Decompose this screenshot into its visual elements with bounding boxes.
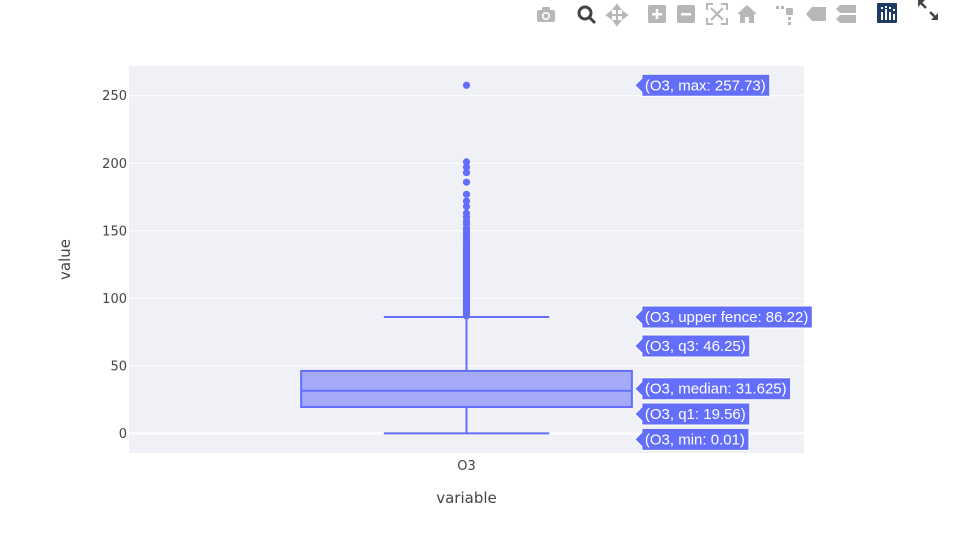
y-tick-label: 200 — [102, 157, 127, 172]
outlier-point[interactable] — [462, 81, 471, 89]
y-axis-title: value — [56, 239, 74, 280]
hover-label-text: (O3, upper fence: 86.22) — [645, 309, 808, 326]
box-plot: 0 50 100 150 200 250 O3 (O3, max: 257.73) (O3,… — [56, 66, 813, 507]
outlier-point[interactable] — [462, 190, 471, 198]
hover-label-text: (O3, q3: 46.25) — [645, 338, 746, 355]
hover-label-text: (O3, median: 31.625) — [645, 381, 787, 398]
x-tick-labels: O3 — [457, 459, 476, 474]
hover-label-text: (O3, min: 0.01) — [645, 431, 745, 448]
hover-label: (O3, q3: 46.25) — [634, 334, 751, 358]
hover-label: (O3, min: 0.01) — [634, 427, 750, 451]
y-tick-label: 100 — [102, 292, 127, 307]
y-tick-labels: 0 50 100 150 200 250 — [102, 89, 127, 442]
y-tick-label: 50 — [110, 359, 127, 374]
hover-label: (O3, q1: 19.56) — [634, 402, 751, 426]
y-tick-label: 150 — [102, 224, 127, 239]
hover-label: (O3, max: 257.73) — [634, 73, 771, 97]
y-tick-label: 0 — [119, 427, 127, 442]
x-tick-label: O3 — [457, 459, 476, 474]
outlier-point[interactable] — [462, 158, 471, 166]
hover-label-text: (O3, max: 257.73) — [645, 77, 766, 94]
outlier-point[interactable] — [462, 197, 471, 205]
iqr-box[interactable] — [300, 369, 633, 408]
outlier-point[interactable] — [462, 209, 471, 217]
hover-label: (O3, median: 31.625) — [634, 377, 792, 401]
y-tick-label: 250 — [102, 89, 127, 104]
hover-label-text: (O3, q1: 19.56) — [645, 406, 746, 423]
hover-label: (O3, upper fence: 86.22) — [634, 305, 813, 329]
outlier-point[interactable] — [462, 178, 471, 186]
x-axis-title: variable — [436, 489, 497, 507]
